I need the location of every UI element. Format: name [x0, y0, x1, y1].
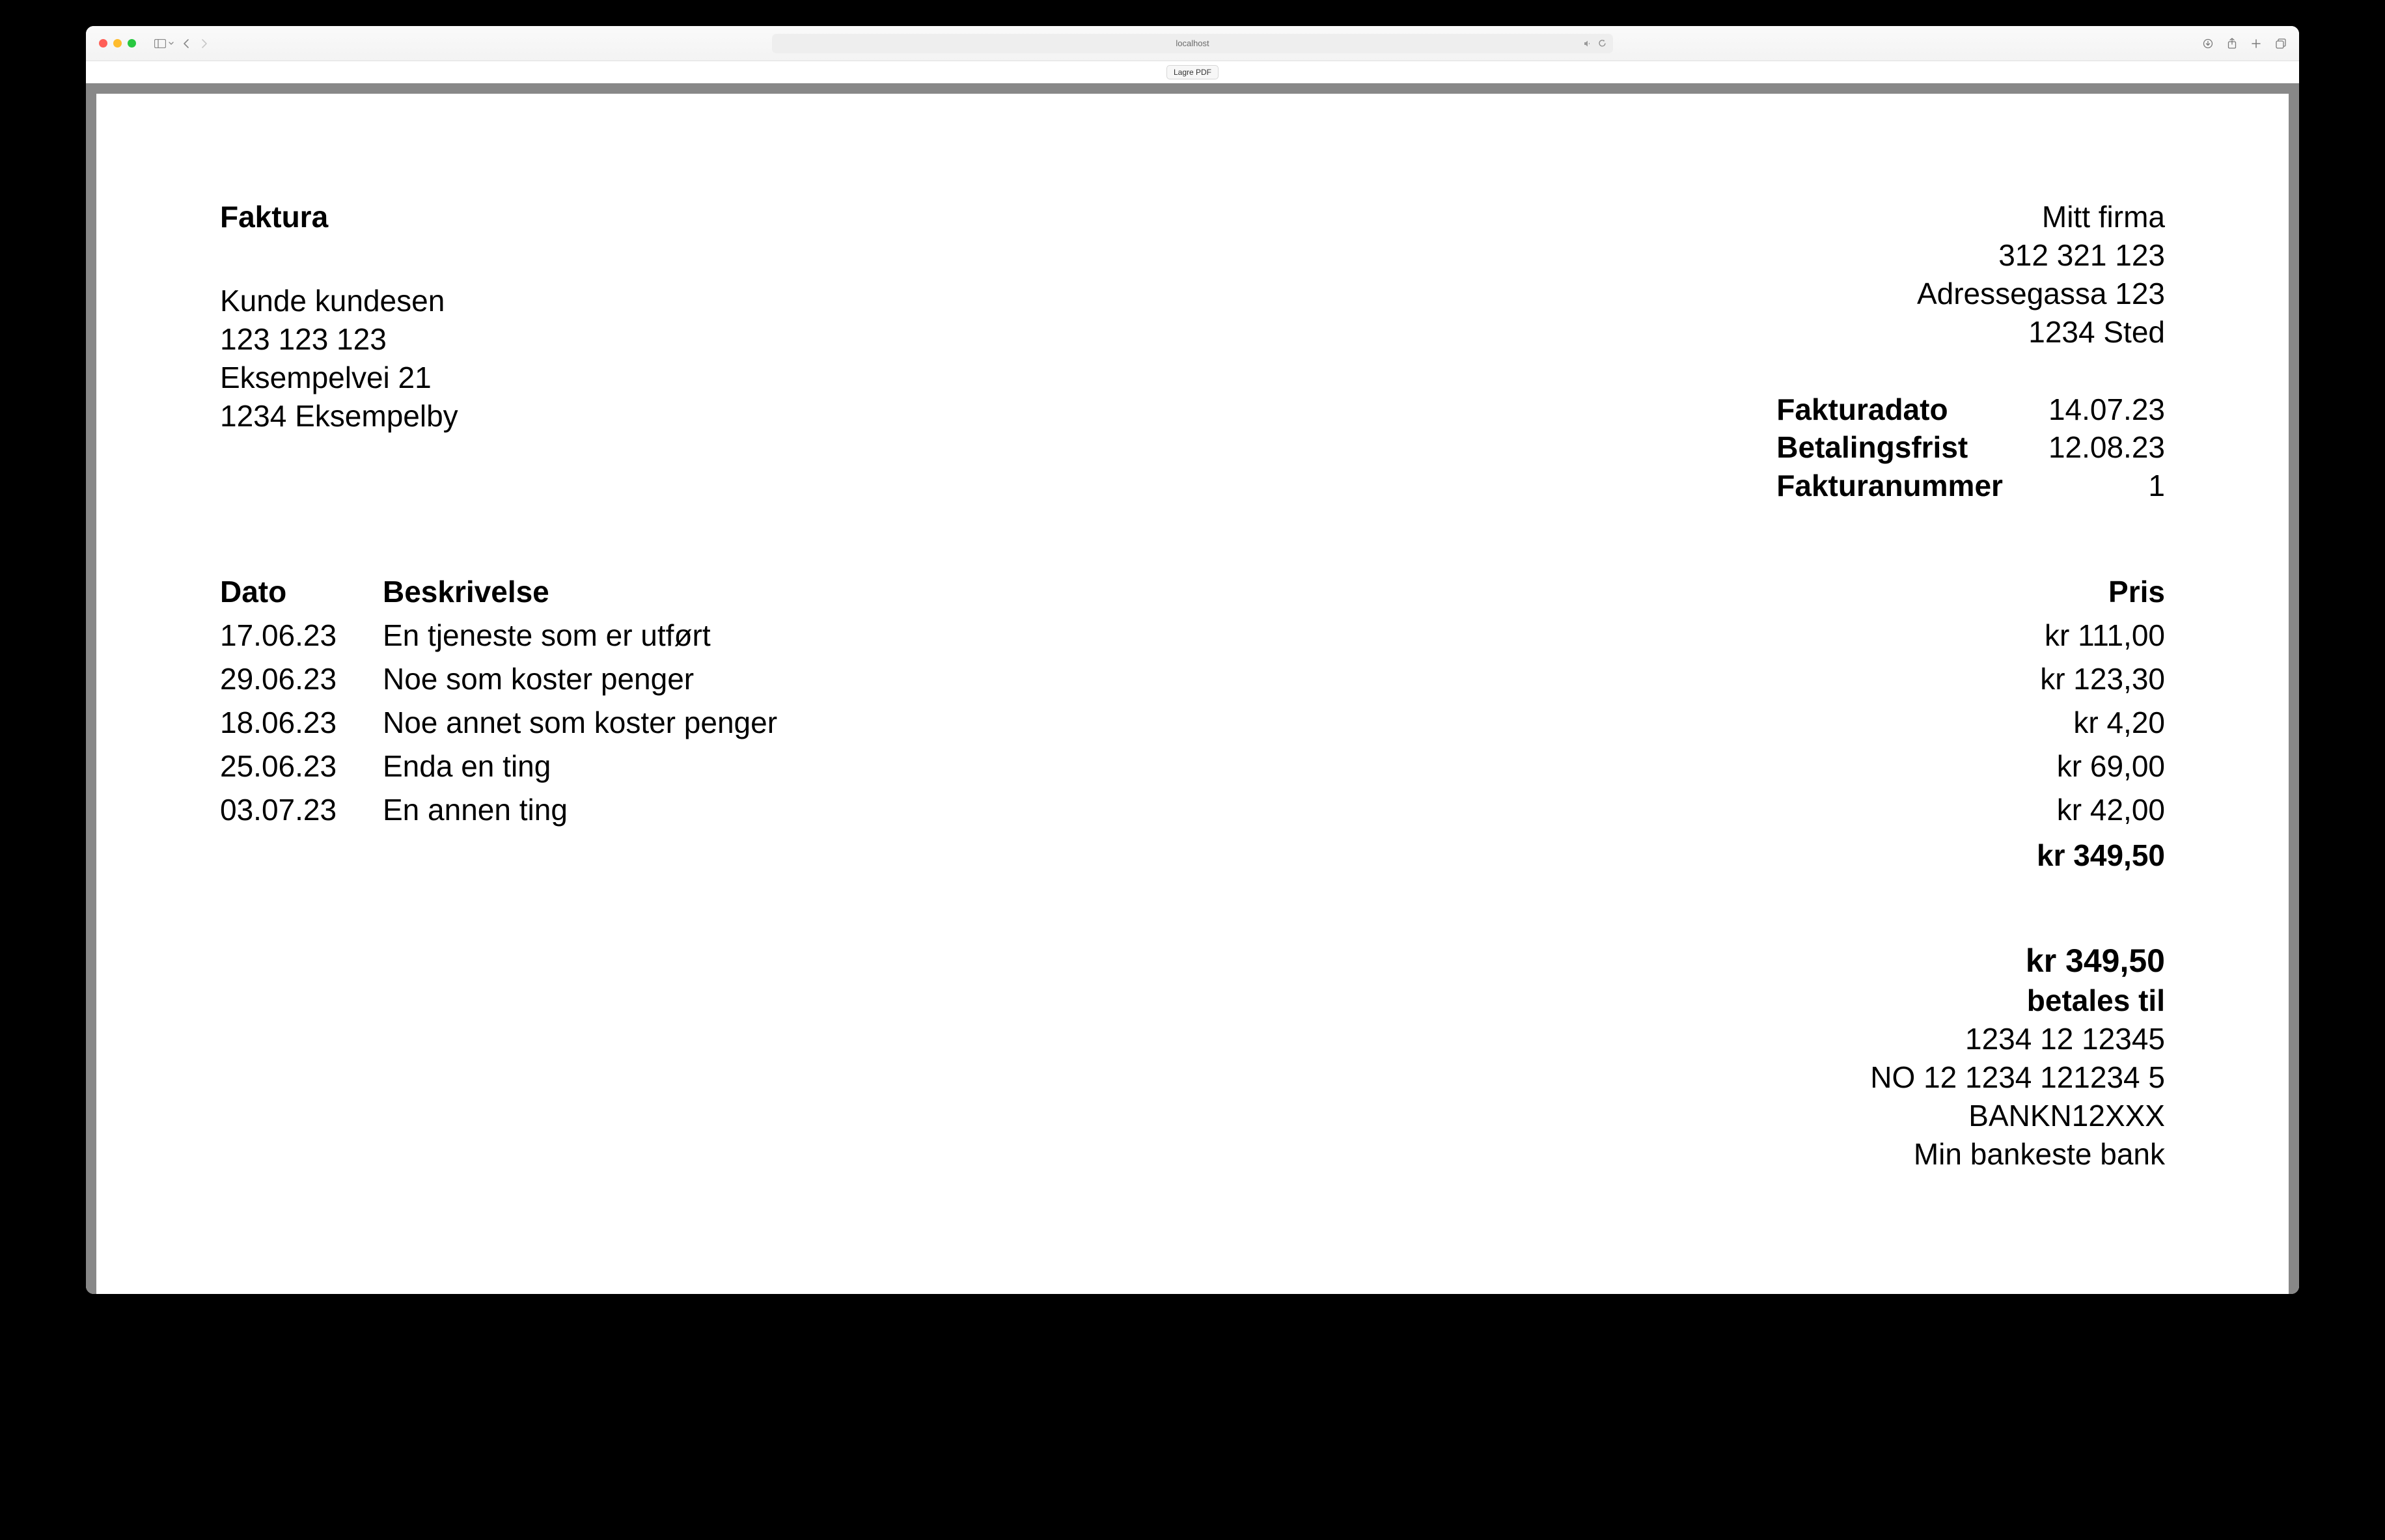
- tabs-overview-icon[interactable]: [2276, 38, 2286, 49]
- sidebar-icon: [154, 39, 166, 48]
- address-text: localhost: [1176, 38, 1209, 48]
- customer-city: 1234 Eksempelby: [220, 397, 458, 435]
- invoice-left-header: Faktura Kunde kundesen 123 123 123 Eksem…: [220, 198, 458, 435]
- payment-bic: BANKN12XXX: [220, 1097, 2165, 1135]
- minimize-window-button[interactable]: [113, 39, 122, 48]
- invoice-right-header: Mitt firma 312 321 123 Adressegassa 123 …: [1776, 198, 2165, 505]
- window-controls: [99, 39, 136, 48]
- item-date: 25.06.23: [220, 747, 383, 786]
- item-date: 29.06.23: [220, 660, 383, 698]
- item-date: 03.07.23: [220, 791, 383, 829]
- app-toolbar: Lagre PDF: [86, 61, 2299, 83]
- payment-block: kr 349,50 betales til 1234 12 12345 NO 1…: [220, 940, 2165, 1173]
- meta-date-value: 14.07.23: [2048, 391, 2165, 429]
- item-description: En tjeneste som er utført: [383, 616, 1970, 655]
- subtotal-row: kr 349,50: [220, 836, 2165, 875]
- col-desc-header: Beskrivelse: [383, 573, 1970, 611]
- item-row: 25.06.23 Enda en ting kr 69,00: [220, 745, 2165, 788]
- item-description: En annen ting: [383, 791, 1970, 829]
- sender-block: Mitt firma 312 321 123 Adressegassa 123 …: [1776, 198, 2165, 351]
- item-description: Noe som koster penger: [383, 660, 1970, 698]
- items-header-row: Dato Beskrivelse Pris: [220, 570, 2165, 614]
- payment-to-label: betales til: [220, 982, 2165, 1020]
- col-price-header: Pris: [1970, 573, 2165, 611]
- payment-account: 1234 12 12345: [220, 1020, 2165, 1058]
- save-pdf-button[interactable]: Lagre PDF: [1166, 65, 1219, 79]
- col-date-header: Dato: [220, 573, 383, 611]
- sender-city: 1234 Sted: [1776, 313, 2165, 351]
- address-bar[interactable]: localhost: [772, 34, 1613, 53]
- chevron-down-icon: [169, 42, 174, 46]
- back-button[interactable]: [183, 38, 189, 49]
- sidebar-toggle-button[interactable]: [154, 39, 174, 48]
- invoice-page: Faktura Kunde kundesen 123 123 123 Eksem…: [96, 94, 2289, 1294]
- item-row: 03.07.23 En annen ting kr 42,00: [220, 788, 2165, 832]
- item-row: 18.06.23 Noe annet som koster penger kr …: [220, 701, 2165, 745]
- item-date: 18.06.23: [220, 704, 383, 742]
- meta-number-value: 1: [2048, 467, 2165, 505]
- share-icon[interactable]: [2227, 38, 2237, 49]
- item-price: kr 4,20: [1970, 704, 2165, 742]
- titlebar-right-controls: [2203, 38, 2286, 49]
- line-items: Dato Beskrivelse Pris 17.06.23 En tjenes…: [220, 570, 2165, 875]
- new-tab-icon[interactable]: [2251, 38, 2261, 49]
- customer-id: 123 123 123: [220, 320, 458, 359]
- sender-street: Adressegassa 123: [1776, 275, 2165, 313]
- payment-iban: NO 12 1234 121234 5: [220, 1058, 2165, 1097]
- mute-icon[interactable]: [1584, 40, 1592, 48]
- payment-bank-name: Min bankeste bank: [220, 1135, 2165, 1174]
- invoice-meta-table: Fakturadato 14.07.23 Betalingsfrist 12.0…: [1776, 391, 2165, 506]
- meta-due-label: Betalingsfrist: [1776, 428, 2003, 467]
- item-row: 29.06.23 Noe som koster penger kr 123,30: [220, 657, 2165, 701]
- item-row: 17.06.23 En tjeneste som er utført kr 11…: [220, 614, 2165, 657]
- item-price: kr 123,30: [1970, 660, 2165, 698]
- reload-icon[interactable]: [1598, 39, 1606, 48]
- maximize-window-button[interactable]: [128, 39, 136, 48]
- nav-arrows: [183, 38, 208, 49]
- item-price: kr 69,00: [1970, 747, 2165, 786]
- customer-name: Kunde kundesen: [220, 282, 458, 320]
- addressbar-icons: [1584, 39, 1606, 48]
- invoice-meta: Fakturadato 14.07.23 Betalingsfrist 12.0…: [1776, 391, 2165, 506]
- document-frame: Faktura Kunde kundesen 123 123 123 Eksem…: [86, 83, 2299, 1294]
- sender-orgnr: 312 321 123: [1776, 236, 2165, 275]
- meta-due-value: 12.08.23: [2048, 428, 2165, 467]
- item-price: kr 111,00: [1970, 616, 2165, 655]
- downloads-icon[interactable]: [2203, 38, 2213, 49]
- titlebar: localhost: [86, 26, 2299, 61]
- titlebar-left-controls: [154, 38, 208, 49]
- item-description: Enda en ting: [383, 747, 1970, 786]
- meta-date-label: Fakturadato: [1776, 391, 2003, 429]
- subtotal-value: kr 349,50: [2037, 836, 2165, 875]
- sender-name: Mitt firma: [1776, 198, 2165, 236]
- customer-street: Eksempelvei 21: [220, 359, 458, 397]
- customer-block: Kunde kundesen 123 123 123 Eksempelvei 2…: [220, 282, 458, 435]
- invoice-title: Faktura: [220, 198, 458, 236]
- browser-window: localhost: [86, 26, 2299, 1294]
- item-date: 17.06.23: [220, 616, 383, 655]
- close-window-button[interactable]: [99, 39, 107, 48]
- item-description: Noe annet som koster penger: [383, 704, 1970, 742]
- invoice-header: Faktura Kunde kundesen 123 123 123 Eksem…: [220, 198, 2165, 505]
- forward-button[interactable]: [201, 38, 208, 49]
- payment-total: kr 349,50: [220, 940, 2165, 982]
- meta-number-label: Fakturanummer: [1776, 467, 2003, 505]
- item-price: kr 42,00: [1970, 791, 2165, 829]
